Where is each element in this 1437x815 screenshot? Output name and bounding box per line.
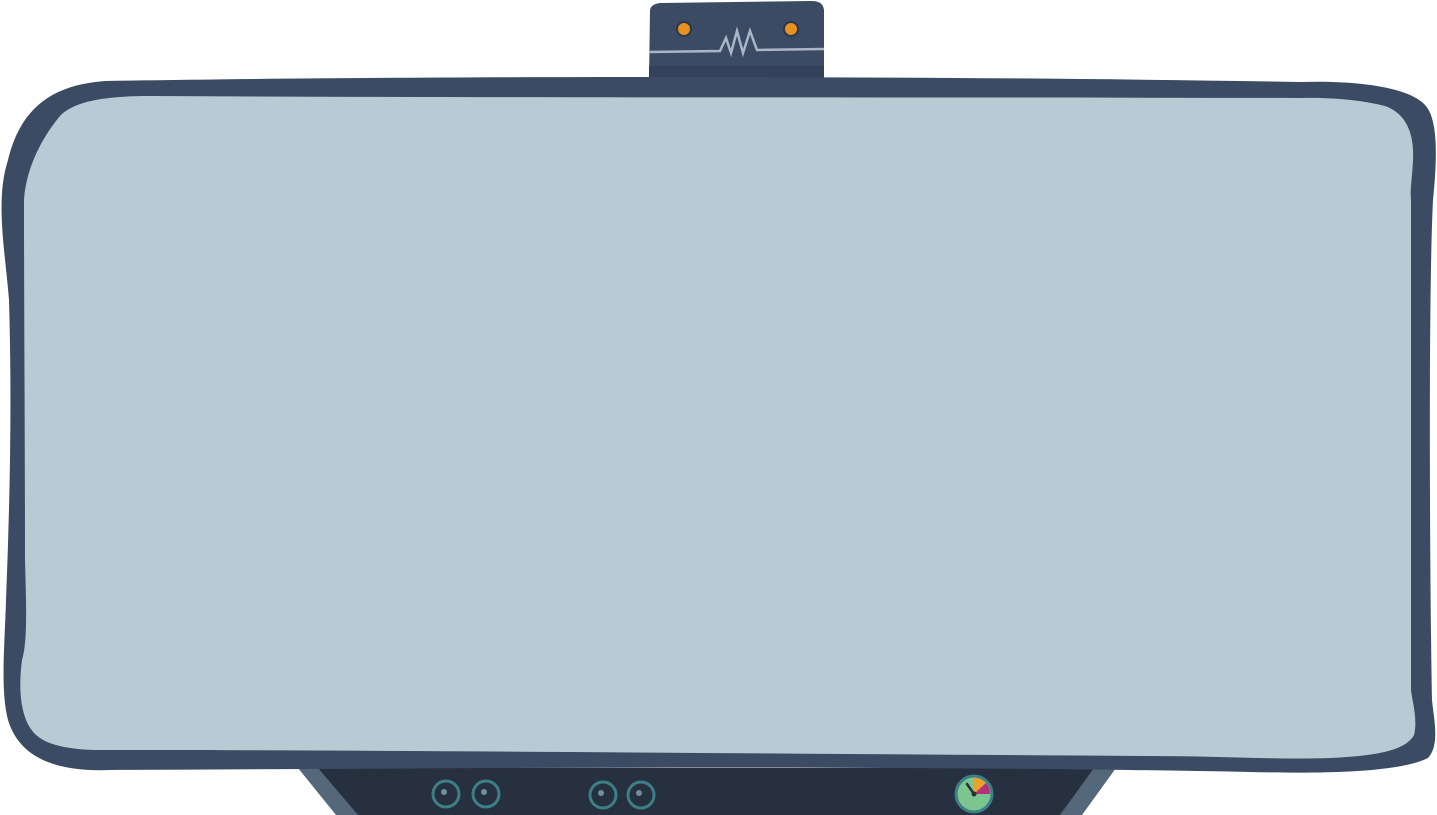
game-screen-device (0, 0, 1437, 815)
knob-icon[interactable] (431, 779, 461, 809)
top-sensor-unit (648, 1, 825, 80)
base-console (298, 768, 1116, 815)
knob-icon[interactable] (471, 779, 501, 809)
indicator-light-icon (783, 21, 799, 37)
monitor-screen[interactable] (20, 96, 1416, 759)
pressure-gauge-icon (954, 774, 994, 814)
knob-icon[interactable] (626, 780, 656, 810)
device-illustration (1, 1, 1436, 815)
knob-icon[interactable] (588, 780, 618, 810)
indicator-light-icon (676, 21, 692, 37)
